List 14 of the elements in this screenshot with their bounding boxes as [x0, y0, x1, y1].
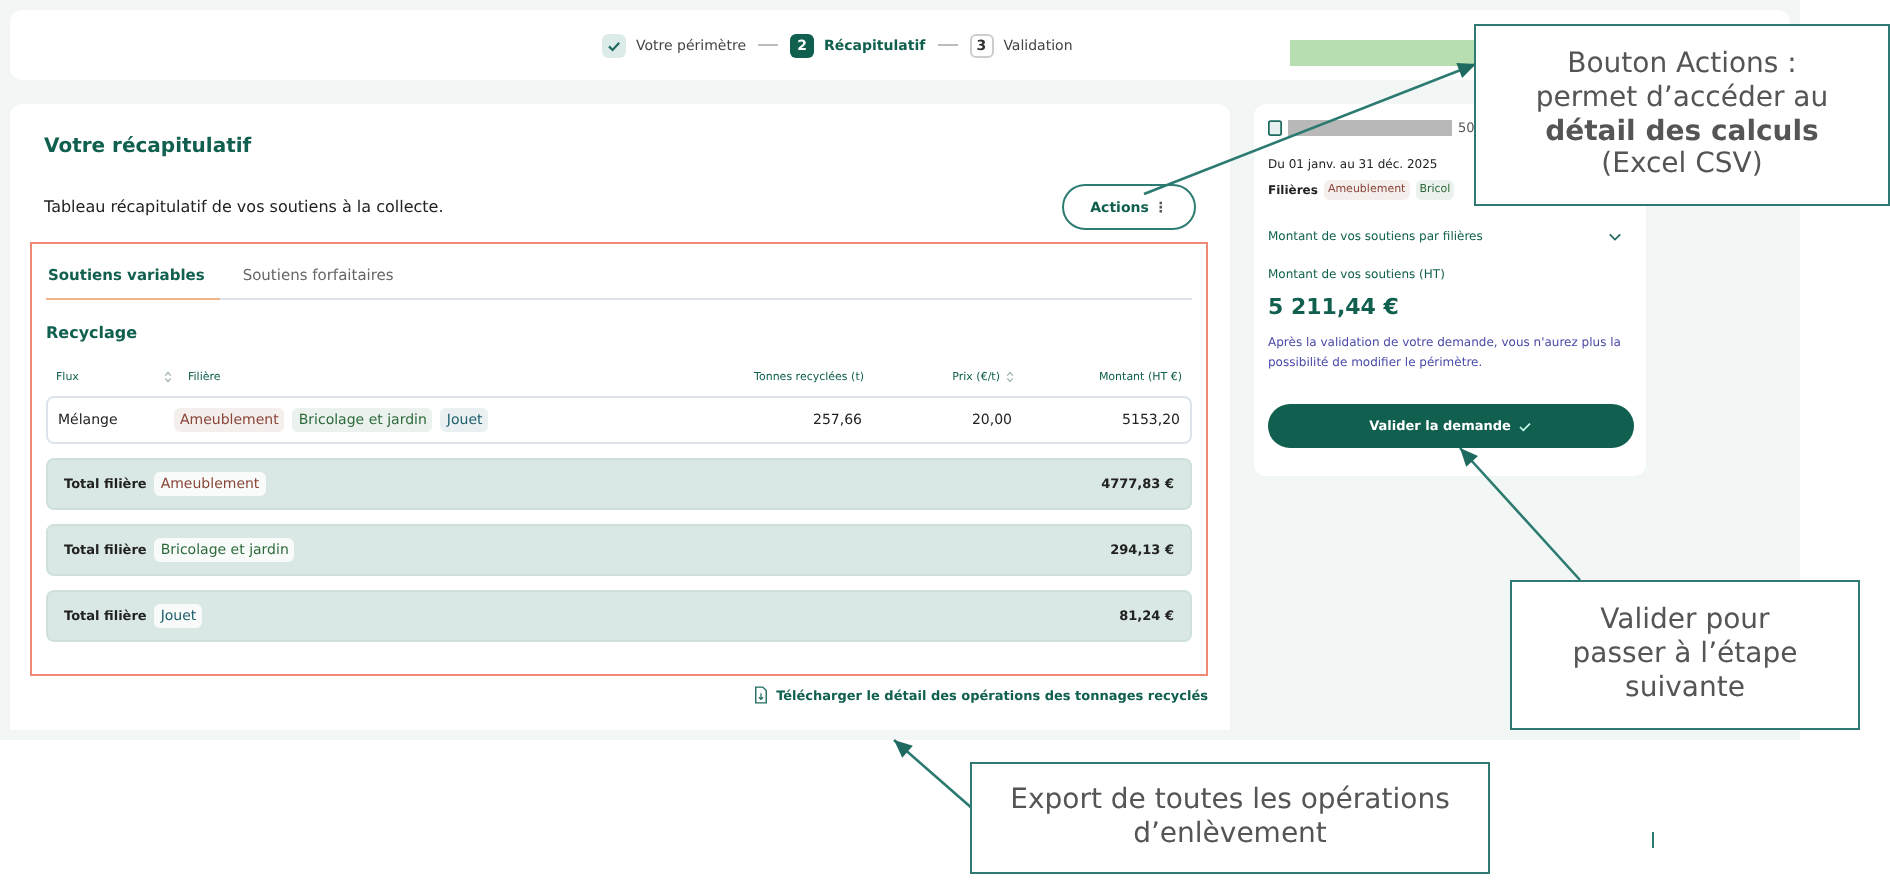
check-icon	[602, 33, 626, 57]
check-icon	[1518, 421, 1533, 432]
total-amount: 5 211,44 €	[1268, 294, 1401, 320]
download-file-icon	[754, 686, 769, 704]
description-text: Tableau récapitulatif de vos soutiens à la collecte.	[44, 198, 444, 216]
annotation-text: Bouton Actions : permet d’accéder au détail des calculs (Excel CSV)	[1533, 47, 1831, 183]
sort-icon[interactable]	[1006, 370, 1014, 384]
chevron-icon	[1608, 232, 1622, 242]
sort-icon[interactable]	[164, 370, 172, 384]
section-heading: Recyclage	[46, 324, 140, 342]
section-title: Votre récapitulatif	[44, 136, 254, 158]
annotation-text: Valider pour passer à l’étape suivante	[1570, 604, 1800, 706]
annotation-text: Export de toutes les opérations d’enlèvement	[1008, 784, 1452, 852]
document-icon	[1268, 120, 1282, 136]
